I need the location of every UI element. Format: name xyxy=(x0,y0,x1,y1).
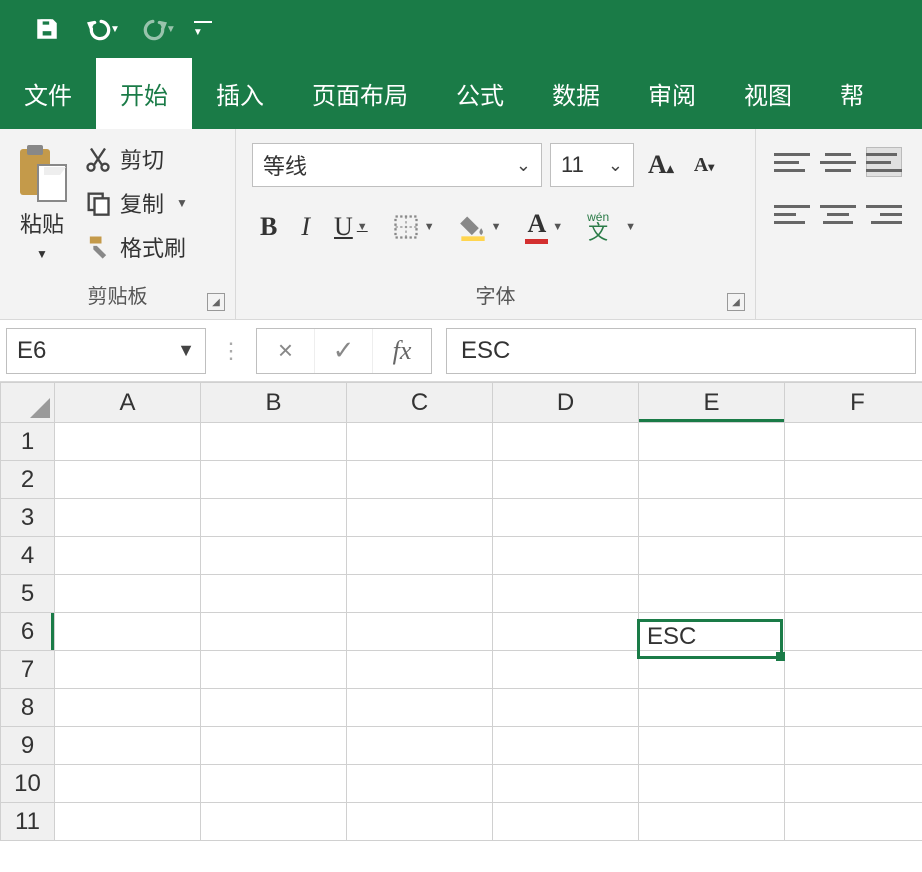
align-left-button[interactable] xyxy=(774,199,810,229)
align-bottom-button[interactable] xyxy=(866,147,902,177)
phonetic-guide-button[interactable]: wén 文 xyxy=(579,207,617,247)
formula-bar-row: E6 ▼ ⋮ × ✓ fx ESC xyxy=(0,320,922,382)
tab-file[interactable]: 文件 xyxy=(0,58,96,129)
tab-review[interactable]: 审阅 xyxy=(624,58,720,129)
cut-button[interactable]: 剪切 xyxy=(84,143,188,175)
active-cell-text: ESC xyxy=(641,623,696,651)
insert-function-button[interactable]: fx xyxy=(373,329,431,373)
italic-button[interactable]: I xyxy=(293,208,318,246)
col-header-E[interactable]: E xyxy=(639,383,785,423)
row-header-3[interactable]: 3 xyxy=(1,499,55,537)
paste-dropdown-icon[interactable]: ▼ xyxy=(36,247,48,261)
confirm-edit-button[interactable]: ✓ xyxy=(315,329,373,373)
name-box[interactable]: E6 ▼ xyxy=(6,328,206,374)
underline-button[interactable]: U▼ xyxy=(326,208,376,246)
qat-customize[interactable]: ▼ xyxy=(194,21,212,38)
phonetic-dropdown-icon[interactable]: ▼ xyxy=(625,221,636,233)
formula-bar-resize[interactable]: ⋮ xyxy=(220,338,242,364)
quick-access-toolbar: ▼ ▼ ▼ xyxy=(0,0,922,58)
select-all-corner[interactable] xyxy=(1,383,55,423)
clipboard-dialog-launcher[interactable]: ◢ xyxy=(207,293,225,311)
group-alignment xyxy=(756,129,922,319)
font-color-button[interactable]: A ▼ xyxy=(517,205,571,248)
col-header-C[interactable]: C xyxy=(347,383,493,423)
font-dialog-launcher[interactable]: ◢ xyxy=(727,293,745,311)
align-center-button[interactable] xyxy=(820,199,856,229)
formula-bar-buttons: × ✓ fx xyxy=(256,328,432,374)
row-header-5[interactable]: 5 xyxy=(1,575,55,613)
name-box-value: E6 xyxy=(17,337,46,365)
copy-button[interactable]: 复制 ▼ xyxy=(84,187,188,219)
cancel-edit-button[interactable]: × xyxy=(257,329,315,373)
group-clipboard: 粘贴 ▼ 剪切 复制 ▼ 格式刷 剪贴板 ◢ xyxy=(0,129,236,319)
row-header-2[interactable]: 2 xyxy=(1,461,55,499)
copy-dropdown-icon[interactable]: ▼ xyxy=(172,196,188,210)
shrink-font-button[interactable]: A▾ xyxy=(688,154,720,177)
row-header-11[interactable]: 11 xyxy=(1,803,55,841)
paste-icon[interactable] xyxy=(14,143,70,203)
formula-bar-value: ESC xyxy=(461,337,510,365)
tab-view[interactable]: 视图 xyxy=(720,58,816,129)
format-painter-label: 格式刷 xyxy=(120,231,186,263)
borders-button[interactable]: ▼ xyxy=(384,209,443,245)
tab-insert[interactable]: 插入 xyxy=(192,58,288,129)
fill-color-button[interactable]: ▼ xyxy=(451,209,510,245)
redo-dropdown-icon[interactable]: ▼ xyxy=(166,24,176,35)
chevron-down-icon: ⌄ xyxy=(608,155,623,176)
font-name-combo[interactable]: 等线 ⌄ xyxy=(252,143,542,187)
row-header-8[interactable]: 8 xyxy=(1,689,55,727)
group-font: 等线 ⌄ 11 ⌄ A▴ A▾ B I xyxy=(236,129,756,319)
grow-font-button[interactable]: A▴ xyxy=(642,150,680,180)
col-header-B[interactable]: B xyxy=(201,383,347,423)
bold-button[interactable]: B xyxy=(252,208,285,246)
align-top-button[interactable] xyxy=(774,147,810,177)
format-painter-button[interactable]: 格式刷 xyxy=(84,231,188,263)
row-header-6[interactable]: 6 xyxy=(1,613,55,651)
tab-help[interactable]: 帮 xyxy=(816,58,872,129)
tab-page-layout[interactable]: 页面布局 xyxy=(288,58,432,129)
col-header-A[interactable]: A xyxy=(55,383,201,423)
tab-home[interactable]: 开始 xyxy=(96,58,192,129)
col-header-F[interactable]: F xyxy=(785,383,922,423)
ribbon-tabs: 文件 开始 插入 页面布局 公式 数据 审阅 视图 帮 xyxy=(0,58,922,129)
col-header-D[interactable]: D xyxy=(493,383,639,423)
row-header-1[interactable]: 1 xyxy=(1,423,55,461)
font-size-value: 11 xyxy=(561,152,584,178)
row-header-10[interactable]: 10 xyxy=(1,765,55,803)
font-size-combo[interactable]: 11 ⌄ xyxy=(550,143,634,187)
group-font-label: 字体 xyxy=(246,280,745,315)
copy-label: 复制 xyxy=(120,187,164,219)
row-header-9[interactable]: 9 xyxy=(1,727,55,765)
chevron-down-icon: ⌄ xyxy=(516,155,531,176)
align-right-button[interactable] xyxy=(866,199,902,229)
font-name-value: 等线 xyxy=(263,149,307,181)
row-header-4[interactable]: 4 xyxy=(1,537,55,575)
spreadsheet-grid[interactable]: A B C D E F 1 2 3 4 5 6 7 8 9 10 11 ESC xyxy=(0,382,922,841)
align-middle-button[interactable] xyxy=(820,147,856,177)
undo-dropdown-icon[interactable]: ▼ xyxy=(110,24,120,35)
tab-data[interactable]: 数据 xyxy=(528,58,624,129)
group-clipboard-label: 剪贴板 xyxy=(10,280,225,315)
paste-button[interactable]: 粘贴 xyxy=(20,207,64,239)
ribbon: 粘贴 ▼ 剪切 复制 ▼ 格式刷 剪贴板 ◢ xyxy=(0,129,922,320)
row-header-7[interactable]: 7 xyxy=(1,651,55,689)
cut-label: 剪切 xyxy=(120,143,164,175)
formula-bar-input[interactable]: ESC xyxy=(446,328,916,374)
save-button[interactable] xyxy=(30,12,64,46)
tab-formulas[interactable]: 公式 xyxy=(432,58,528,129)
chevron-down-icon[interactable]: ▼ xyxy=(177,340,195,361)
